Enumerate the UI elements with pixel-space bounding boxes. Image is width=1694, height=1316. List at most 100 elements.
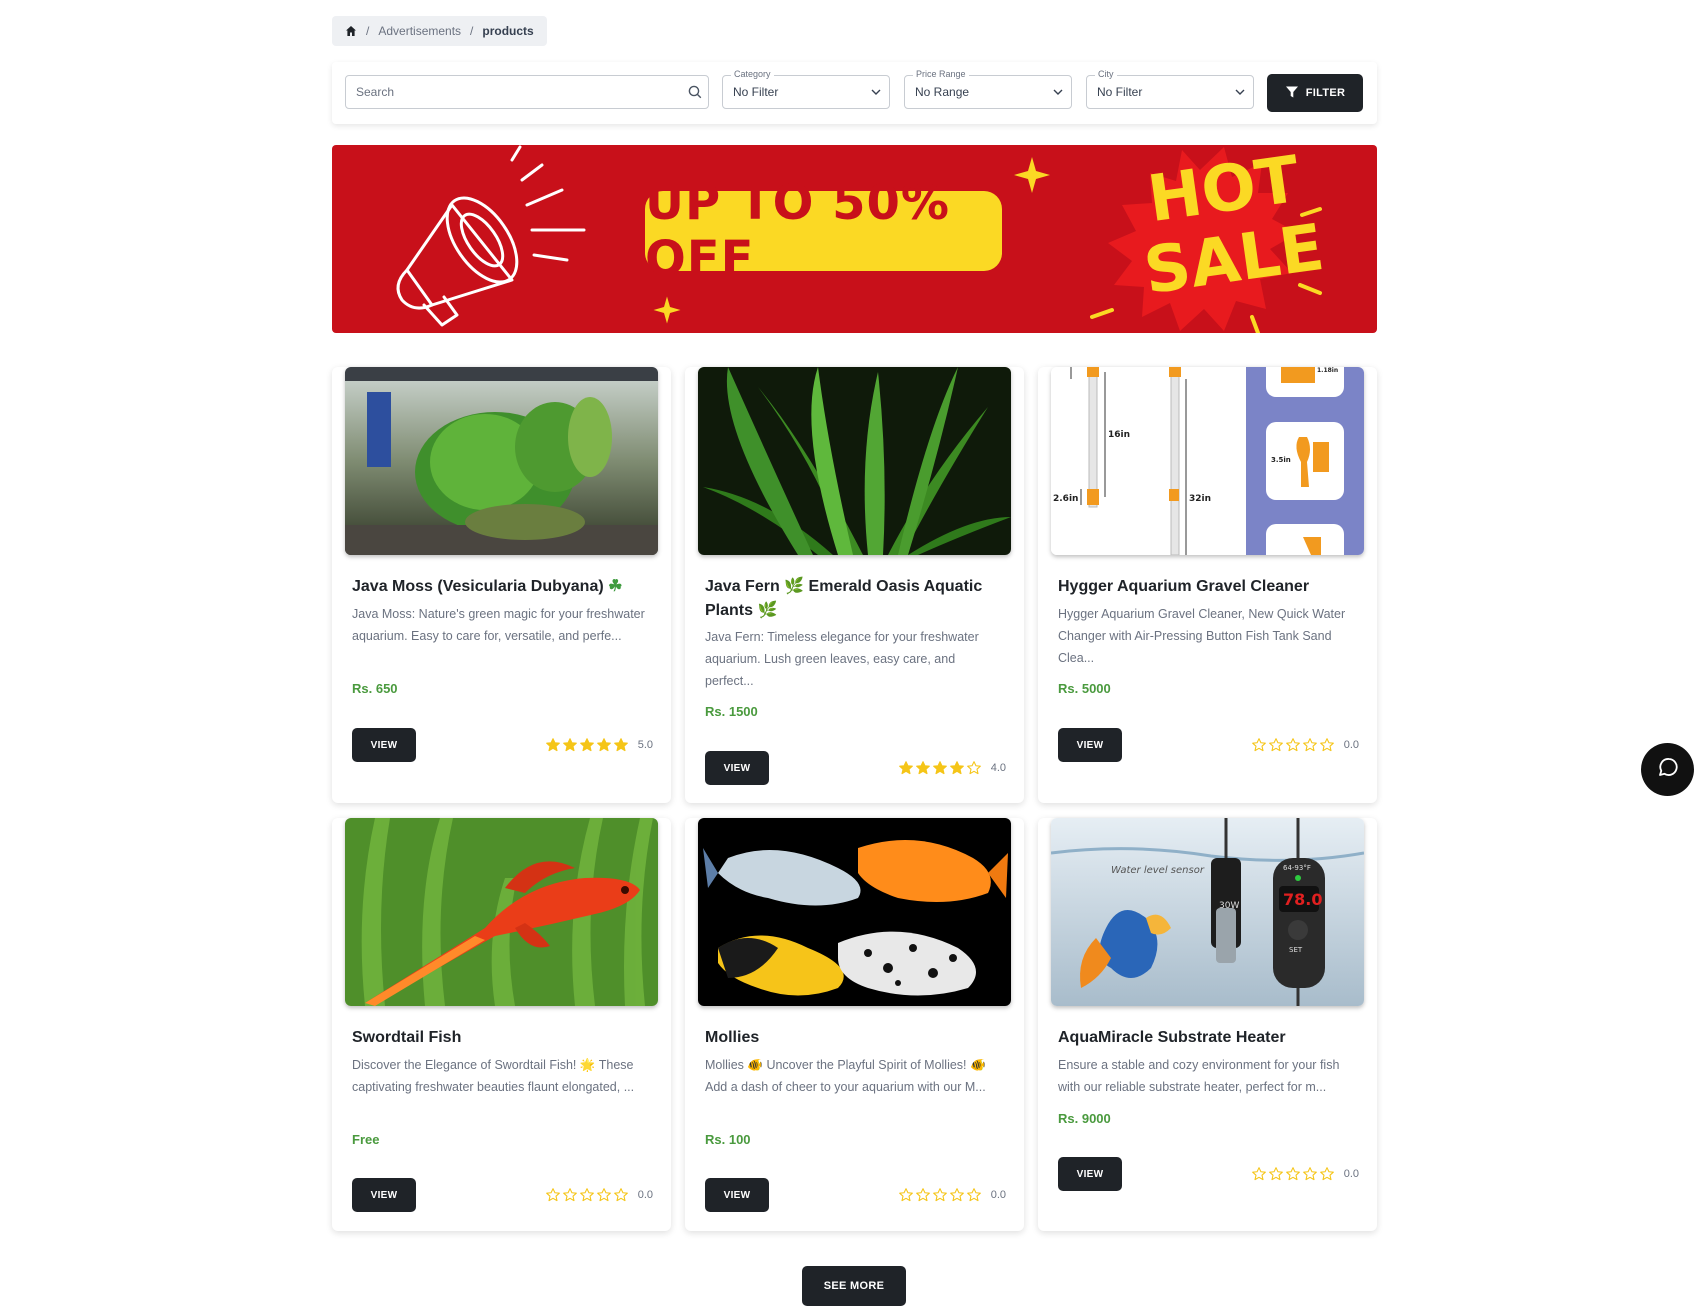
star-emoji-icon: 🌟: [579, 1058, 596, 1072]
product-rating: 0.0: [898, 1187, 1006, 1203]
product-card[interactable]: Java Moss (Vesicularia Dubyana) ☘ Java M…: [332, 367, 671, 803]
star-empty-icon[interactable]: [545, 1187, 561, 1203]
product-image[interactable]: [345, 367, 658, 555]
view-button[interactable]: VIEW: [352, 1178, 416, 1212]
breadcrumb-separator: /: [366, 24, 370, 38]
filter-button[interactable]: FILTER: [1267, 74, 1363, 112]
star-empty-icon[interactable]: [966, 1187, 982, 1203]
star-empty-icon[interactable]: [1268, 737, 1284, 753]
star-empty-icon[interactable]: [1302, 1166, 1318, 1182]
product-title[interactable]: Java Moss (Vesicularia Dubyana) ☘: [352, 575, 652, 599]
star-filled-icon[interactable]: [932, 760, 948, 776]
rating-value: 4.0: [990, 762, 1006, 774]
view-button[interactable]: VIEW: [1058, 1157, 1122, 1191]
chevron-down-icon: [863, 89, 889, 95]
product-title-text: Java Moss (Vesicularia Dubyana): [352, 578, 604, 595]
filter-bar: Search Category No Filter Price Range No…: [332, 62, 1377, 124]
star-empty-icon[interactable]: [579, 1187, 595, 1203]
star-empty-icon[interactable]: [915, 1187, 931, 1203]
description-text: Mollies: [705, 1058, 744, 1072]
chevron-down-icon: [1227, 89, 1253, 95]
star-filled-icon[interactable]: [949, 760, 965, 776]
search-placeholder: Search: [356, 85, 395, 99]
star-empty-icon[interactable]: [1251, 1166, 1267, 1182]
description-text: Uncover the Playful Spirit of Mollies!: [766, 1058, 967, 1072]
product-title[interactable]: AquaMiracle Substrate Heater: [1058, 1026, 1358, 1050]
star-filled-icon[interactable]: [915, 760, 931, 776]
star-empty-icon[interactable]: [1285, 1166, 1301, 1182]
image-label: SET: [1289, 946, 1303, 954]
view-button[interactable]: VIEW: [705, 1178, 769, 1212]
product-image[interactable]: [345, 818, 658, 1006]
product-card[interactable]: Mollies Mollies 🐠 Uncover the Playful Sp…: [685, 818, 1024, 1231]
product-title[interactable]: Hygger Aquarium Gravel Cleaner: [1058, 575, 1358, 599]
breadcrumb-separator: /: [470, 24, 474, 38]
product-description: Mollies 🐠 Uncover the Playful Spirit of …: [705, 1054, 1005, 1098]
product-image[interactable]: [698, 367, 1011, 555]
product-image[interactable]: Water level sensor 30W 78.0 SET 64-93°F: [1051, 818, 1364, 1006]
filter-button-label: FILTER: [1305, 87, 1346, 99]
star-empty-icon[interactable]: [966, 760, 982, 776]
view-button[interactable]: VIEW: [1058, 728, 1122, 762]
product-rating: 0.0: [545, 1187, 653, 1203]
star-empty-icon[interactable]: [1302, 737, 1318, 753]
star-filled-icon[interactable]: [545, 737, 561, 753]
star-filled-icon[interactable]: [898, 760, 914, 776]
funnel-icon: [1285, 85, 1299, 102]
star-empty-icon[interactable]: [1285, 737, 1301, 753]
image-label: 30W: [1219, 901, 1239, 911]
star-empty-icon[interactable]: [1268, 1166, 1284, 1182]
star-empty-icon[interactable]: [1319, 737, 1335, 753]
chevron-down-icon: [1045, 89, 1071, 95]
star-empty-icon[interactable]: [949, 1187, 965, 1203]
home-icon[interactable]: [345, 25, 357, 37]
city-select[interactable]: City No Filter: [1086, 69, 1254, 109]
product-image[interactable]: [698, 818, 1011, 1006]
price-range-select[interactable]: Price Range No Range: [904, 69, 1072, 109]
star-filled-icon[interactable]: [596, 737, 612, 753]
image-label: 2.6in: [1053, 494, 1078, 504]
product-card[interactable]: 16in 2.6in 32in 3.5in 1.18in Hygger Aqua…: [1038, 367, 1377, 803]
product-card[interactable]: Java Fern 🌿 Emerald Oasis Aquatic Plants…: [685, 367, 1024, 803]
rating-value: 0.0: [1343, 1168, 1359, 1180]
chat-button[interactable]: [1641, 743, 1694, 796]
rating-value: 0.0: [1343, 739, 1359, 751]
product-rating: 0.0: [1251, 1166, 1359, 1182]
product-card[interactable]: Water level sensor 30W 78.0 SET 64-93°F …: [1038, 818, 1377, 1231]
star-empty-icon[interactable]: [1319, 1166, 1335, 1182]
star-filled-icon[interactable]: [613, 737, 629, 753]
search-input[interactable]: Search: [345, 75, 709, 109]
image-label: 78.0: [1283, 890, 1322, 909]
product-price: Rs. 5000: [1058, 681, 1111, 696]
search-icon[interactable]: [682, 85, 708, 99]
product-title[interactable]: Java Fern 🌿 Emerald Oasis Aquatic Plants…: [705, 575, 1005, 623]
star-empty-icon[interactable]: [932, 1187, 948, 1203]
image-label: 32in: [1189, 494, 1211, 504]
category-label: Category: [731, 69, 774, 79]
view-button[interactable]: VIEW: [352, 728, 416, 762]
see-more-button[interactable]: SEE MORE: [802, 1266, 906, 1306]
city-value: No Filter: [1097, 85, 1143, 99]
breadcrumb-advertisements[interactable]: Advertisements: [378, 24, 461, 38]
product-description: Hygger Aquarium Gravel Cleaner, New Quic…: [1058, 607, 1346, 665]
product-card[interactable]: Swordtail Fish Discover the Elegance of …: [332, 818, 671, 1231]
sparkle-icon: [1014, 157, 1050, 193]
product-title[interactable]: Mollies: [705, 1026, 1005, 1050]
view-button[interactable]: VIEW: [705, 751, 769, 785]
product-title[interactable]: Swordtail Fish: [352, 1026, 652, 1050]
megaphone-icon: [396, 145, 586, 327]
star-empty-icon[interactable]: [562, 1187, 578, 1203]
image-label: Water level sensor: [1111, 865, 1205, 876]
star-empty-icon[interactable]: [596, 1187, 612, 1203]
star-empty-icon[interactable]: [613, 1187, 629, 1203]
star-filled-icon[interactable]: [562, 737, 578, 753]
star-filled-icon[interactable]: [579, 737, 595, 753]
promo-banner[interactable]: UP TO 50% OFF HOT SALE: [332, 145, 1377, 333]
rating-value: 5.0: [637, 739, 653, 751]
star-empty-icon[interactable]: [1251, 737, 1267, 753]
star-empty-icon[interactable]: [898, 1187, 914, 1203]
category-select[interactable]: Category No Filter: [722, 69, 890, 109]
image-label: 1.18in: [1317, 367, 1338, 374]
breadcrumb-products: products: [482, 24, 534, 38]
product-image[interactable]: 16in 2.6in 32in 3.5in 1.18in: [1051, 367, 1364, 555]
